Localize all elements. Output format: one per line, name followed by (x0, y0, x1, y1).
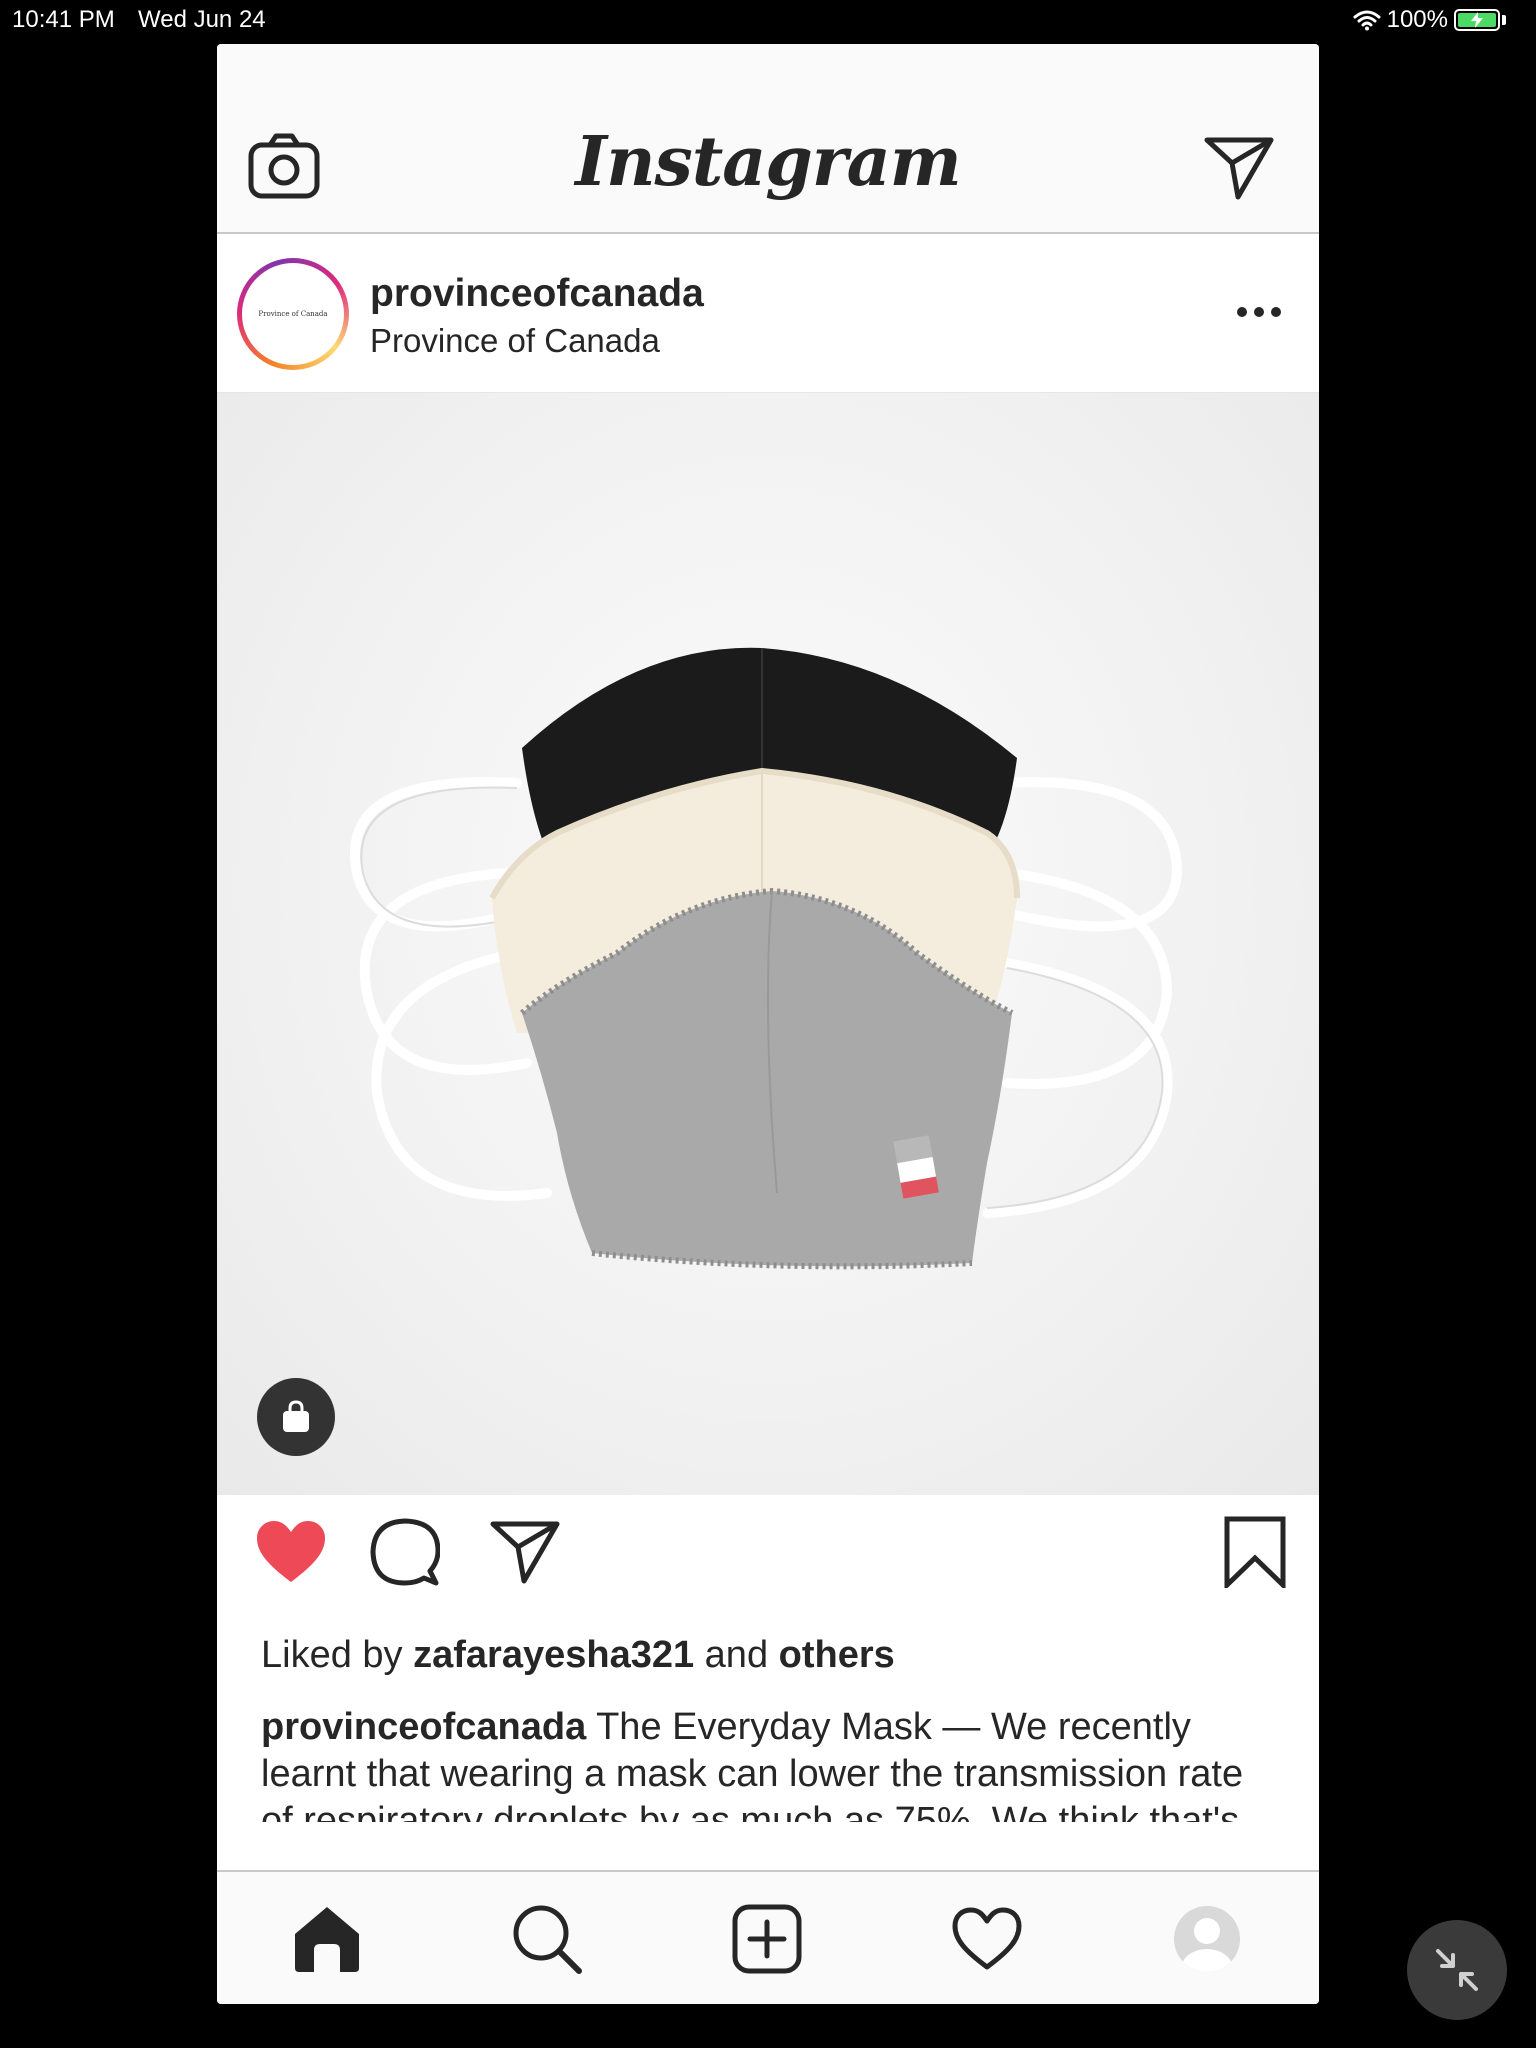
add-post-icon (732, 1904, 802, 1974)
instagram-logo: Instagram (575, 122, 961, 202)
instagram-app-window: Instagram Province of Canada provinceofc… (217, 44, 1319, 2004)
tab-new-post[interactable] (687, 1872, 847, 2004)
heart-filled-icon (257, 1521, 325, 1582)
status-date: Wed Jun 24 (138, 6, 266, 33)
direct-message-icon (1204, 137, 1274, 200)
bookmark-icon (1224, 1516, 1286, 1588)
wifi-icon (1353, 10, 1381, 31)
profile-icon (1174, 1906, 1240, 1972)
floating-shrink-button[interactable] (1407, 1920, 1507, 2020)
share-icon (490, 1521, 560, 1584)
bottom-tab-bar (217, 1870, 1319, 2004)
post-location[interactable]: Province of Canada (370, 322, 660, 360)
battery-charging-icon (1454, 9, 1500, 31)
more-options-button[interactable] (1227, 282, 1291, 342)
story-avatar[interactable]: Province of Canada (237, 258, 349, 370)
activity-heart-icon (952, 1907, 1022, 1970)
avatar-logo-text: Province of Canada (258, 310, 328, 318)
tab-activity[interactable] (907, 1872, 1067, 2004)
post-image[interactable] (217, 393, 1319, 1495)
likes-others-link[interactable]: others (779, 1634, 895, 1676)
direct-message-button[interactable] (1202, 132, 1276, 204)
status-bar: 10:41 PM Wed Jun 24 100% (0, 0, 1536, 40)
shopping-tag-button[interactable] (257, 1378, 335, 1456)
status-right: 100% (1353, 6, 1506, 34)
tab-profile[interactable] (1127, 1872, 1287, 2004)
tab-home[interactable] (247, 1872, 407, 2004)
post-header: Province of Canada provinceofcanada Prov… (217, 234, 1319, 393)
tab-search[interactable] (467, 1872, 627, 2004)
more-options-icon (1237, 307, 1281, 317)
shopping-bag-icon (283, 1400, 309, 1432)
save-button[interactable] (1217, 1514, 1293, 1590)
liked-by-user[interactable]: zafarayesha321 (413, 1634, 694, 1676)
like-button[interactable] (253, 1514, 329, 1590)
face-masks-photo (350, 647, 1183, 1270)
post-username[interactable]: provinceofcanada (370, 272, 704, 316)
likes-summary: Liked by zafarayesha321 and others (261, 1634, 895, 1677)
caption-username[interactable]: provinceofcanada (261, 1706, 586, 1748)
likes-prefix: Liked by (261, 1634, 403, 1676)
collapse-arrows-icon (1436, 1949, 1478, 1991)
home-icon (295, 1907, 359, 1972)
post-actions (217, 1514, 1319, 1604)
battery-percent: 100% (1386, 6, 1448, 33)
post-caption: provinceofcanada The Everyday Mask — We … (261, 1704, 1281, 1822)
comment-button[interactable] (367, 1514, 443, 1590)
top-navigation-bar: Instagram (217, 44, 1319, 234)
status-time: 10:41 PM (12, 6, 115, 33)
comment-icon (370, 1518, 440, 1586)
likes-conjunction: and (704, 1634, 769, 1676)
search-icon (513, 1905, 582, 1974)
share-button[interactable] (487, 1516, 563, 1588)
avatar: Province of Canada (242, 263, 344, 365)
